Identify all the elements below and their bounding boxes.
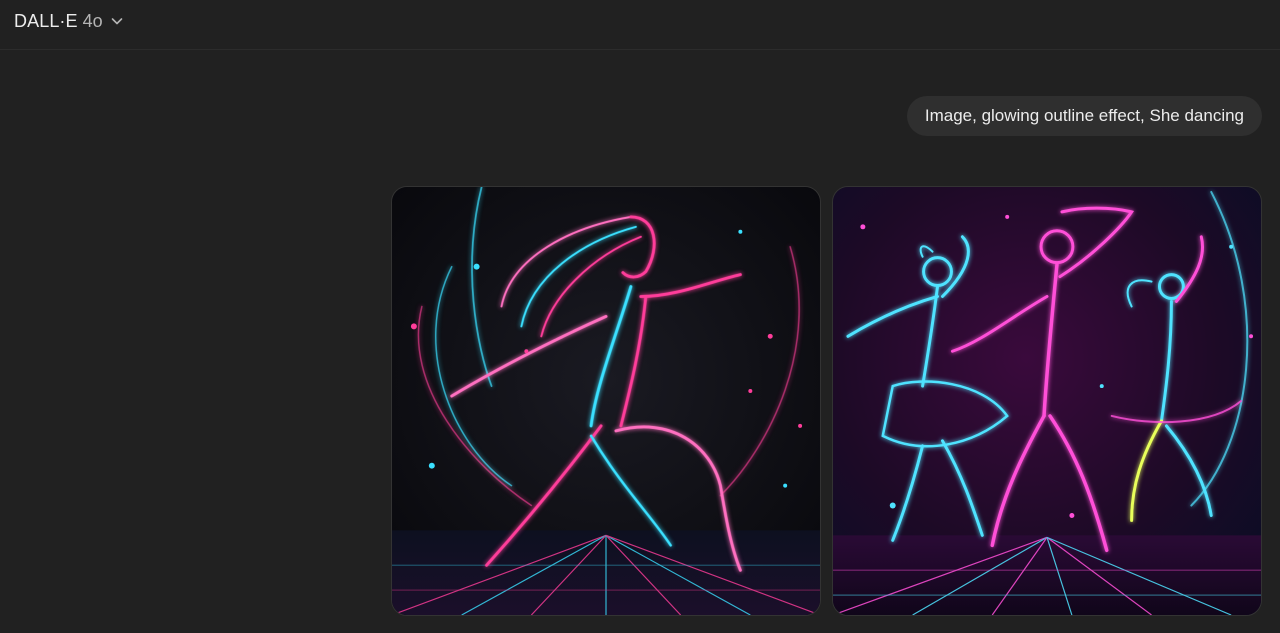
generated-image-1[interactable] (391, 186, 821, 616)
neon-dancers-image (833, 187, 1261, 615)
user-message-text: Image, glowing outline effect, She danci… (924, 106, 1244, 125)
neon-dancer-image (392, 187, 820, 615)
user-message-bubble: Image, glowing outline effect, She danci… (906, 96, 1262, 136)
model-switcher-button[interactable]: DALL·E 4o (8, 8, 130, 34)
model-name: DALL·E (14, 10, 78, 31)
chevron-down-icon (110, 14, 124, 28)
top-bar: DALL·E 4o (0, 0, 1280, 50)
model-version: 4o (82, 10, 103, 31)
generated-image-2[interactable] (832, 186, 1262, 616)
